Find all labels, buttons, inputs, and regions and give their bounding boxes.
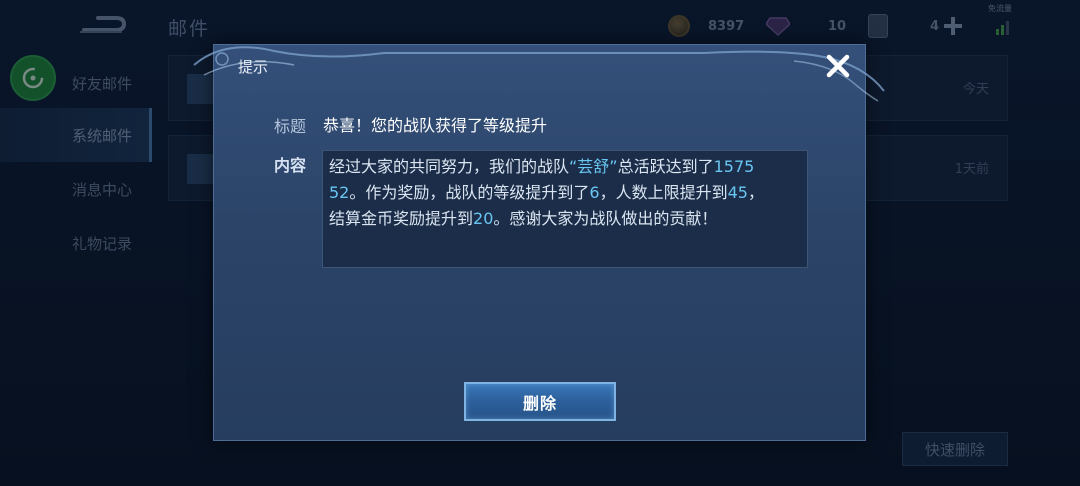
content-text: ，人数上限提升到	[599, 183, 728, 202]
close-icon	[826, 54, 850, 78]
member-cap: 45	[727, 183, 748, 202]
delete-button[interactable]: 删除	[464, 382, 616, 421]
dialog-title: 提示	[238, 58, 269, 76]
close-button[interactable]	[821, 49, 855, 83]
subject-label: 标题	[274, 117, 307, 136]
content-label: 内容	[274, 156, 307, 175]
content-text: 总活跃达到了	[617, 157, 714, 176]
mail-content: 经过大家的共同努力，我们的战队“芸舒”总活跃达到了1575 52。作为奖励，战队的…	[322, 150, 808, 268]
content-text: 结算金币奖励提升到	[329, 209, 474, 228]
gold-reward: 20	[473, 209, 494, 228]
activity-value: 52	[329, 183, 350, 202]
mail-detail-dialog: 提示 标题 恭喜！您的战队获得了等级提升 内容 经过大家的共同努力，我们的战队“…	[193, 44, 885, 441]
team-level: 6	[589, 183, 600, 202]
team-name: “芸舒”	[569, 157, 618, 176]
content-text: ，	[747, 183, 764, 202]
content-text: 经过大家的共同努力，我们的战队	[329, 157, 570, 176]
content-text: 。感谢大家为战队做出的贡献！	[493, 209, 718, 228]
mail-subject: 恭喜！您的战队获得了等级提升	[323, 116, 548, 135]
cloud-ornament-icon	[193, 46, 885, 102]
content-text: 。作为奖励，战队的等级提升到了	[349, 183, 590, 202]
activity-value: 1575	[713, 157, 755, 176]
